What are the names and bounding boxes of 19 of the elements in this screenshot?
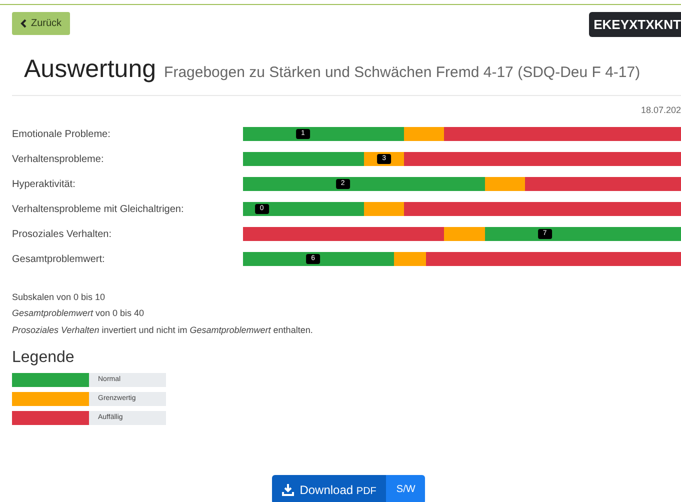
- scale-label: Emotionale Probleme:: [11, 128, 112, 142]
- scale-label: Gesamtproblemwert:: [11, 252, 106, 266]
- note-text: Prosoziales Verhalten invertiert und nicht im Gesamtproblemwert enthalten.: [12, 324, 314, 337]
- page-subtitle: Fragebogen zu Stärken und Schwächen Fremd 4-17 (SDQ-Deu F 4-17): [164, 63, 640, 83]
- back-button[interactable]: Zurück: [12, 12, 70, 35]
- legend-title: Legende: [12, 348, 76, 368]
- download-pdf-button[interactable]: Download PDF: [272, 475, 386, 502]
- note-text: Gesamtproblemwert von 0 bis 40: [12, 307, 146, 320]
- download-icon: [282, 483, 294, 496]
- bw-button[interactable]: S/W: [386, 475, 426, 502]
- scale-label: Hyperaktivität:: [11, 178, 76, 192]
- chevron-left-icon: [20, 19, 27, 28]
- scale-label: Verhaltensprobleme:: [11, 152, 105, 166]
- report-date: 18.07.202: [640, 104, 681, 116]
- scale-label: Prosoziales Verhalten:: [11, 228, 113, 242]
- note-text: Subskalen von 0 bis 10: [12, 290, 106, 304]
- scale-label: Verhaltensprobleme mit Gleichaltrigen:: [11, 202, 185, 216]
- page-title: Auswertung: [24, 54, 156, 85]
- code-badge: EKEYXTXKNT: [588, 12, 681, 37]
